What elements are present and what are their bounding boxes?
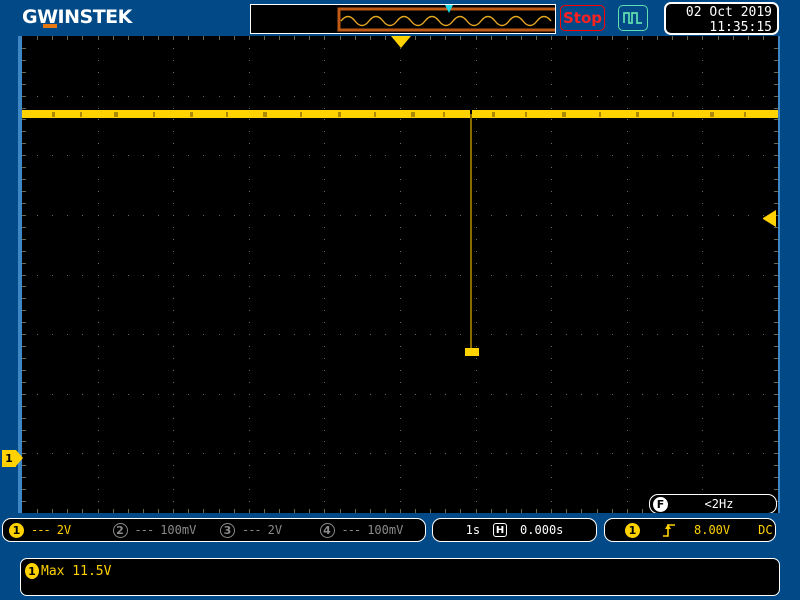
channel-1-scale: 2V [57, 523, 71, 537]
channel-4-badge: 4 [320, 523, 335, 538]
time-text: 11:35:15 [666, 20, 772, 35]
rising-edge-glyph [662, 522, 676, 538]
rising-edge-icon [662, 522, 676, 538]
trigger-level: 8.00V [694, 523, 730, 537]
ch1-ground-arrow-icon [16, 450, 23, 466]
trigger-level-marker[interactable] [762, 210, 776, 227]
channel-4-scale: 100mV [367, 523, 403, 537]
run-state-button[interactable]: Stop [560, 5, 605, 31]
channel-3-badge: 3 [220, 523, 235, 538]
trigger-coupling: DC [758, 523, 772, 537]
channel-1-coupling: --- [31, 523, 50, 537]
trigger-source-badge: 1 [625, 523, 640, 538]
ch1-ground-marker[interactable]: 1 [2, 450, 22, 467]
graticule[interactable]: F <2Hz [22, 36, 778, 513]
ch1-waveform [22, 36, 778, 513]
waveform-overview-svg [251, 5, 555, 33]
channel-4-coupling: --- [342, 523, 361, 537]
timebase-status-bar[interactable]: 1s H 0.000s [432, 518, 597, 542]
date-time-display: 02 Oct 2019 11:35:15 [664, 2, 779, 35]
brand-logo-accent [43, 24, 57, 28]
measurement-bar[interactable]: 1 Max 11.5V [20, 558, 780, 596]
frequency-counter[interactable]: F <2Hz [649, 494, 777, 513]
square-pulse-glyph [623, 10, 643, 26]
channel-2-coupling: --- [135, 523, 154, 537]
frequency-badge-icon: F [653, 497, 668, 512]
channel-status-bar: 1 --- 2V 2 --- 100mV 3 --- 2V 4 --- 100m… [2, 518, 426, 542]
trigger-position-marker[interactable] [391, 36, 411, 48]
channel-2-scale: 100mV [160, 523, 196, 537]
channel-3-coupling: --- [242, 523, 261, 537]
oscilloscope-screen: GWINSTEK Stop 02 Oct 2019 11:35:15 [0, 0, 800, 600]
waveform-overview-panel[interactable] [250, 4, 556, 34]
channel-2-badge: 2 [113, 523, 128, 538]
trigger-status-bar[interactable]: 1 8.00V DC [604, 518, 776, 542]
brand-logo: GWINSTEK [22, 6, 132, 28]
channel-status-4[interactable]: 4 --- 100mV [320, 519, 426, 541]
header-bar: GWINSTEK Stop 02 Oct 2019 11:35:15 [0, 0, 800, 36]
date-text: 02 Oct 2019 [666, 5, 772, 20]
measurement-channel-badge: 1 [25, 563, 39, 579]
frequency-value: <2Hz [668, 497, 776, 511]
channel-status-3[interactable]: 3 --- 2V [220, 519, 320, 541]
timebase-offset: 0.000s [520, 523, 563, 537]
measurement-value: Max 11.5V [41, 564, 111, 579]
square-pulse-icon[interactable] [618, 5, 648, 31]
channel-status-1[interactable]: 1 --- 2V [3, 519, 113, 541]
ch1-ground-label: 1 [2, 450, 16, 467]
channel-3-scale: 2V [268, 523, 282, 537]
measurement-item[interactable]: 1 Max 11.5V [25, 563, 111, 579]
timebase-scale: 1s [466, 523, 480, 537]
graticule-area[interactable]: F <2Hz [18, 36, 780, 513]
horizontal-mode-icon: H [493, 523, 507, 537]
channel-1-badge: 1 [9, 523, 24, 538]
channel-status-2[interactable]: 2 --- 100mV [113, 519, 220, 541]
